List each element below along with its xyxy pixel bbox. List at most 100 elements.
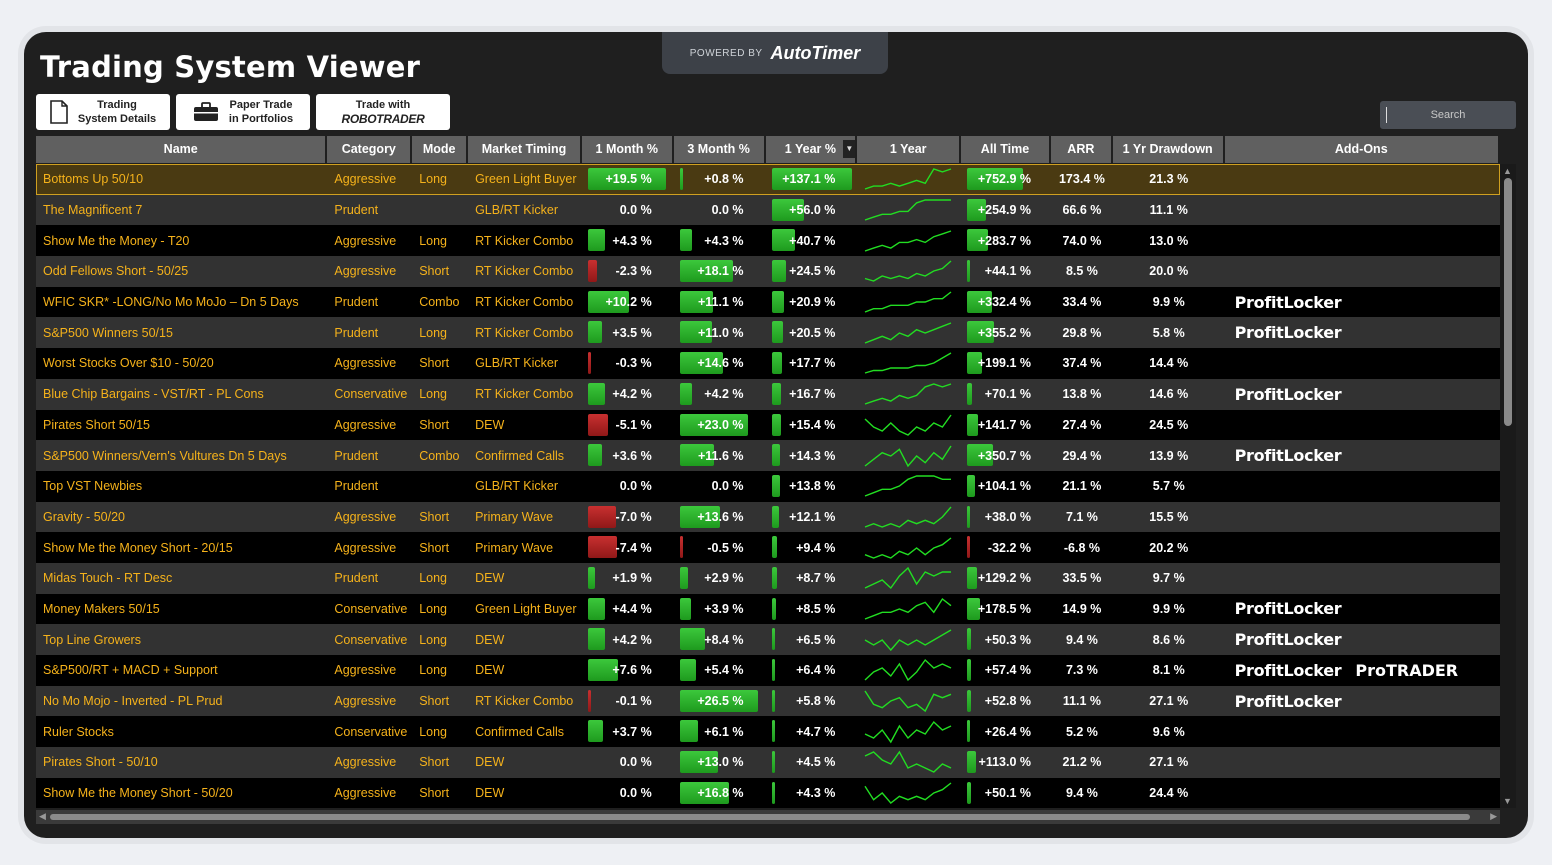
table-row[interactable]: Top VST Newbies Prudent GLB/RT Kicker 0.0 %… <box>36 470 1500 502</box>
cell-3-month-bar <box>679 597 692 620</box>
cell-1-year-sparkline <box>857 532 961 563</box>
table-row[interactable]: Ruler Stocks Conservative Long Confirmed Ca… <box>36 716 1500 748</box>
cell-all-time: +44.1 % <box>961 256 1051 287</box>
cell-name: Worst Stocks Over $10 - 50/20 <box>43 356 214 371</box>
cell-all-time: +141.7 % <box>961 410 1051 441</box>
cell-1-month-value: -0.1 % <box>615 694 652 709</box>
sparkline-path <box>865 383 952 405</box>
cell-1-year-bar <box>771 474 780 497</box>
scroll-right-icon[interactable]: ▶ <box>1490 811 1497 822</box>
profitlocker-logo[interactable]: ProfitLocker <box>1235 661 1342 680</box>
cell-1-year-value: +12.1 % <box>789 509 836 524</box>
col-header-mode[interactable]: Mode <box>412 136 469 163</box>
cell-addons: ProfitLocker <box>1225 624 1500 655</box>
table-row[interactable]: S&P500 Winners 50/15 Prudent Long RT Kicker… <box>36 317 1500 349</box>
cell-3-month-value: +3.9 % <box>704 601 744 616</box>
cell-name: WFIC SKR* -LONG/No Mo MoJo – Dn 5 Days <box>43 295 299 310</box>
col-header-3-month[interactable]: 3 Month % <box>674 136 766 163</box>
cell-market-timing: DEW <box>475 755 505 770</box>
paper-trade-button[interactable]: Paper Trade in Portfolios <box>176 94 310 130</box>
table-row[interactable]: Show Me the Money Short - 20/15 Aggressiv… <box>36 532 1500 563</box>
col-header-market-timing[interactable]: Market Timing <box>468 136 582 163</box>
table-row[interactable]: WFIC SKR* -LONG/No Mo MoJo – Dn 5 Days Pr… <box>36 286 1500 318</box>
scroll-left-icon[interactable]: ◀ <box>39 811 46 822</box>
cell-3-month: +11.6 % <box>674 440 766 471</box>
table-row[interactable]: The Magnificent 7 Prudent GLB/RT Kicker 0.0… <box>36 194 1500 226</box>
cell-market-timing: GLB/RT Kicker <box>475 479 558 494</box>
cell-3-month-value: +2.9 % <box>704 571 744 586</box>
vertical-scroll-thumb[interactable] <box>1504 178 1512 426</box>
table-row[interactable]: Pirates Short 50/15 Aggressive Short DEW -5.… <box>36 409 1500 441</box>
profitlocker-logo[interactable]: ProfitLocker <box>1235 630 1342 649</box>
cell-drawdown: 13.9 % <box>1149 448 1189 463</box>
sparkline-path <box>865 537 952 559</box>
cell-all-time-value: -32.2 % <box>987 540 1031 555</box>
table-row[interactable]: No Mo Mojo - Inverted - PL Prud Aggressiv… <box>36 685 1500 717</box>
table-row[interactable]: Gravity - 50/20 Aggressive Short Primary Wa… <box>36 501 1500 533</box>
table-row[interactable]: Odd Fellows Short - 50/25 Aggressive Short… <box>36 256 1500 287</box>
sparkline-path <box>865 291 952 313</box>
search-input[interactable]: Search <box>1380 101 1516 129</box>
vertical-scrollbar[interactable]: ▲ ▼ <box>1500 164 1516 808</box>
table-row[interactable]: Blue Chip Bargains - VST/RT - PL Cons Con… <box>36 378 1500 410</box>
cell-1-month-value: 0.0 % <box>619 755 652 770</box>
table-row[interactable]: Midas Touch - RT Desc Prudent Long DEW +1.9 … <box>36 562 1500 594</box>
table-row[interactable]: S&P500/RT + MACD + Support Aggressive Long… <box>36 655 1500 686</box>
table-row[interactable]: Money Makers 50/15 Conservative Long Green … <box>36 593 1500 625</box>
cell-1-year-sparkline <box>857 502 961 533</box>
col-header-arr[interactable]: ARR <box>1051 136 1113 163</box>
cell-name: Midas Touch - RT Desc <box>43 571 173 586</box>
paper-button-text: Paper Trade in Portfolios <box>229 98 293 126</box>
sparkline-chart <box>865 475 952 497</box>
sparkline-path <box>865 475 952 497</box>
protrader-logo[interactable]: ProTRADER <box>1355 661 1458 680</box>
cell-1-year-sparkline <box>857 225 961 256</box>
table-row[interactable]: Show Me the Money - T20 Aggressive Long RT … <box>36 225 1500 257</box>
cell-name: Show Me the Money Short - 20/15 <box>43 540 233 555</box>
cell-1-month-value: 0.0 % <box>619 786 652 801</box>
col-header-drawdown[interactable]: 1 Yr Drawdown <box>1113 136 1225 163</box>
sort-descending-icon[interactable]: ▼ <box>843 140 856 158</box>
cell-1-month: -7.0 % <box>582 502 674 533</box>
profitlocker-logo[interactable]: ProfitLocker <box>1235 446 1342 465</box>
cell-addons: ProfitLocker <box>1225 686 1500 717</box>
trading-system-details-button[interactable]: Trading System Details <box>36 94 170 130</box>
col-header-addons[interactable]: Add-Ons <box>1225 136 1500 163</box>
cell-all-time: +199.1 % <box>961 348 1051 379</box>
col-header-category[interactable]: Category <box>327 136 413 163</box>
profitlocker-logo[interactable]: ProfitLocker <box>1235 692 1342 711</box>
cell-1-month: +4.4 % <box>582 594 674 625</box>
col-header-1-month[interactable]: 1 Month % <box>582 136 674 163</box>
col-header-all-time[interactable]: All Time <box>961 136 1051 163</box>
cell-3-month-value: +18.1 % <box>697 264 744 279</box>
cell-all-time-bar <box>967 566 977 589</box>
cell-market-timing: RT Kicker Combo <box>475 387 574 402</box>
table-row[interactable]: Pirates Short - 50/10 Aggressive Short DEW 0… <box>36 747 1500 778</box>
cell-1-year-value: +6.5 % <box>796 632 836 647</box>
table-row[interactable]: Show Me the Money Short - 50/20 Aggressiv… <box>36 777 1500 809</box>
profitlocker-logo[interactable]: ProfitLocker <box>1235 293 1342 312</box>
scroll-down-icon[interactable]: ▼ <box>1503 796 1512 806</box>
profitlocker-logo[interactable]: ProfitLocker <box>1235 323 1342 342</box>
col-header-name[interactable]: Name <box>36 136 328 163</box>
table-row[interactable]: Top Line Growers Conservative Long DEW +4.2 … <box>36 624 1500 655</box>
horizontal-scrollbar[interactable]: ◀ ▶ <box>36 810 1500 824</box>
cell-all-time: +38.0 % <box>961 502 1051 533</box>
cell-mode: Long <box>419 632 447 647</box>
cell-1-month: -5.1 % <box>582 410 674 441</box>
trade-with-robotrader-button[interactable]: Trade with ROBOTRADER <box>316 94 450 130</box>
table-row[interactable]: Bottoms Up 50/10 Aggressive Long Green Ligh… <box>36 164 1500 195</box>
cell-category: Aggressive <box>334 172 397 187</box>
cell-addons: ProfitLocker <box>1225 317 1500 348</box>
cell-1-year-value: +4.7 % <box>796 724 836 739</box>
horizontal-scroll-thumb[interactable] <box>50 814 1470 820</box>
scroll-up-icon[interactable]: ▲ <box>1503 166 1512 176</box>
col-header-1-year[interactable]: 1 Year % ▼ <box>766 136 858 163</box>
table-row[interactable]: Worst Stocks Over $10 - 50/20 Aggressive S… <box>36 348 1500 379</box>
profitlocker-logo[interactable]: ProfitLocker <box>1235 385 1342 404</box>
col-header-1-year-chart[interactable]: 1 Year <box>857 136 962 163</box>
cell-1-year-value: +17.7 % <box>789 356 836 371</box>
table-row[interactable]: S&P500 Winners/Vern's Vultures Dn 5 Days… <box>36 440 1500 471</box>
cell-1-year-bar <box>771 720 775 743</box>
profitlocker-logo[interactable]: ProfitLocker <box>1235 599 1342 618</box>
